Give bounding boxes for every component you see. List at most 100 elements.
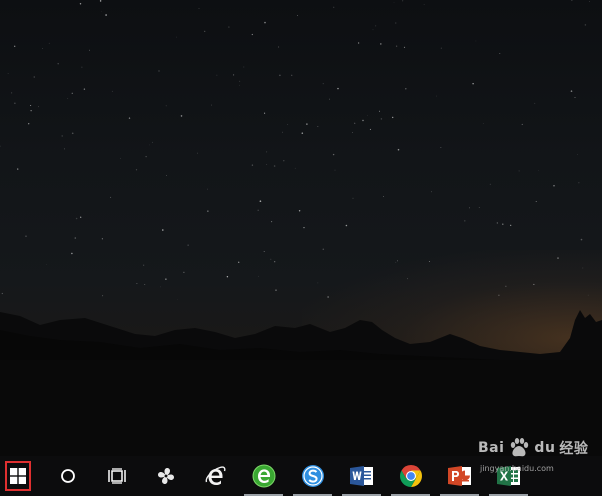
star: [243, 66, 245, 68]
star: [557, 257, 559, 259]
start-button[interactable]: [0, 456, 36, 496]
star: [57, 62, 59, 65]
star: [251, 164, 254, 166]
star: [578, 182, 580, 184]
baidu-jingyan-watermark: Bai du 经验 jingyan.baidu.com: [478, 428, 589, 473]
internet-explorer-button[interactable]: [190, 456, 239, 496]
cortana-circle-icon: [60, 469, 75, 483]
task-view-button[interactable]: [92, 456, 141, 496]
star: [239, 84, 240, 86]
star: [71, 92, 73, 94]
star: [101, 238, 103, 240]
watermark-brand-latin: Bai: [478, 440, 505, 456]
star: [279, 74, 281, 77]
star: [577, 154, 578, 155]
star: [496, 222, 498, 224]
star: [521, 123, 523, 125]
star: [38, 106, 39, 108]
star: [264, 112, 266, 114]
star: [283, 160, 285, 162]
word-icon: [349, 466, 373, 486]
star: [372, 29, 374, 31]
star: [273, 165, 276, 167]
star: [393, 2, 395, 3]
star: [75, 217, 78, 220]
star: [144, 284, 146, 285]
star: [7, 73, 9, 74]
star: [88, 49, 90, 51]
star: [216, 74, 218, 76]
green-e-browser-icon: [252, 464, 275, 488]
star: [83, 88, 86, 90]
star: [482, 123, 484, 124]
star: [402, 0, 404, 2]
star: [369, 128, 371, 130]
powerpoint-button[interactable]: [435, 456, 484, 496]
star: [553, 185, 555, 187]
star: [367, 115, 368, 116]
star: [71, 252, 73, 255]
watermark-url: jingyan.baidu.com: [480, 464, 554, 473]
star: [48, 42, 50, 44]
star: [306, 123, 308, 125]
star: [17, 168, 19, 170]
search-button[interactable]: [43, 456, 92, 496]
star: [183, 271, 185, 273]
star: [166, 175, 167, 176]
star: [464, 220, 466, 222]
star: [198, 8, 200, 9]
sogou-browser-button[interactable]: [288, 456, 337, 496]
pinwheel-app-button[interactable]: [141, 456, 190, 496]
star: [64, 148, 65, 150]
windows-logo-icon: [10, 468, 26, 484]
star: [502, 223, 504, 225]
star: [79, 3, 82, 5]
star: [352, 197, 354, 199]
star: [120, 157, 121, 159]
star: [296, 15, 298, 17]
star: [352, 132, 353, 133]
sogou-browser-icon: [301, 465, 324, 487]
watermark-brand-cn: 经验: [559, 441, 589, 457]
chrome-button[interactable]: [386, 456, 435, 496]
star: [395, 22, 397, 24]
star: [239, 80, 241, 82]
star: [499, 53, 501, 54]
star: [440, 47, 442, 49]
star: [328, 98, 330, 100]
internet-explorer-icon: [205, 466, 225, 485]
star: [436, 95, 437, 97]
powerpoint-icon: [447, 466, 471, 486]
star: [574, 96, 576, 99]
star: [403, 46, 406, 48]
star: [469, 207, 470, 209]
star: [204, 30, 206, 33]
star: [160, 286, 161, 288]
star: [257, 209, 259, 212]
star: [322, 83, 324, 85]
star: [380, 118, 383, 120]
star: [74, 237, 77, 239]
word-button[interactable]: [337, 456, 386, 496]
star: [238, 261, 240, 263]
star: [136, 283, 138, 284]
star: [207, 210, 209, 212]
star: [149, 144, 150, 146]
star: [282, 131, 283, 133]
360-browser-button[interactable]: [239, 456, 288, 496]
star: [80, 216, 82, 218]
star: [258, 275, 259, 277]
watermark-brand-du: du: [534, 440, 556, 456]
star: [165, 278, 167, 280]
star: [135, 169, 138, 171]
star: [440, 147, 442, 148]
star: [383, 196, 384, 197]
star: [0, 145, 1, 147]
star: [226, 276, 229, 278]
star: [228, 26, 230, 28]
star: [357, 42, 360, 44]
star: [334, 169, 336, 171]
star: [301, 132, 304, 134]
baidu-paw-icon: [511, 438, 529, 457]
star: [362, 119, 364, 122]
